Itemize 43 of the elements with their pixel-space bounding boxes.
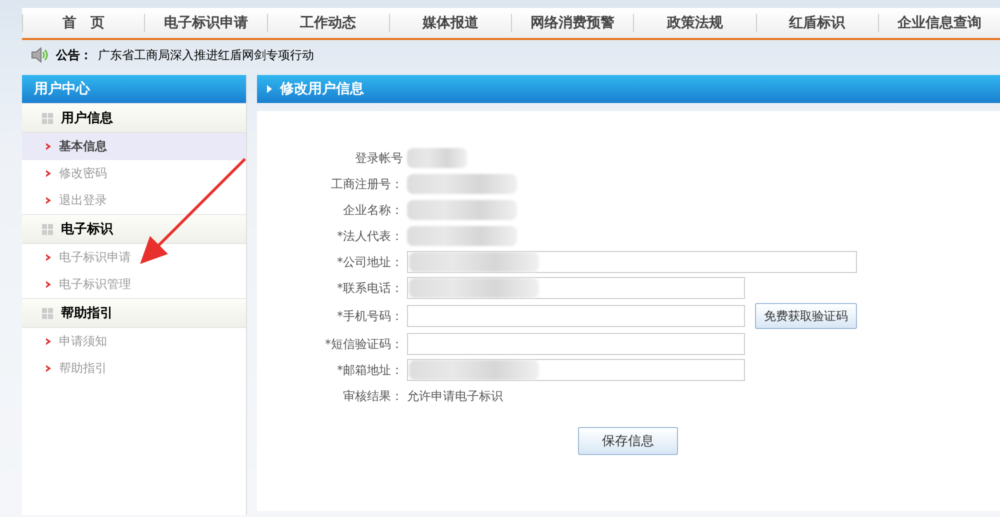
chevron-icon [46,143,51,150]
field-label: 企业名称： [342,202,404,218]
chevron-icon [46,170,51,177]
sidebar-item[interactable]: 基本信息 [22,133,246,160]
nav-link[interactable]: 红盾标识 [756,14,878,32]
nav-link[interactable]: 网络消费预警 [511,14,634,32]
chevron-icon [46,197,51,204]
grid-icon [42,112,53,124]
input-field[interactable] [407,305,745,327]
nav-link[interactable]: 电子标识申请 [144,14,266,32]
grid-icon [42,308,53,318]
field-label: 工商注册号： [330,176,404,192]
nav-link[interactable]: 企业信息查询 [878,14,1000,32]
field-label: *短信验证码： [324,336,404,352]
sidebar-title: 用户中心 [22,75,246,103]
chevron-icon [46,338,51,345]
grid-icon [42,224,53,234]
sidebar-group-title: 帮助指引 [61,305,113,322]
nav-link[interactable]: 媒体报道 [388,14,511,32]
triangle-icon [267,85,272,93]
panel-title: 修改用户信息 [280,80,364,98]
notice-label: 公告： [56,46,92,64]
field-value: 允许申请电子标识 [407,388,503,404]
save-button[interactable]: 保存信息 [578,427,678,455]
notice-text[interactable]: 广东省工商局深入推进红盾网剑专项行动 [98,46,314,64]
field-label: 登录帐号 [354,150,404,166]
field-label: *公司地址： [336,254,404,270]
speaker-icon [30,46,50,64]
nav-link[interactable]: 首 页 [22,14,144,32]
sidebar-group-title: 电子标识 [61,221,113,238]
input-field[interactable] [407,333,745,355]
chevron-icon [46,281,51,288]
field-label: 审核结果： [342,388,404,404]
sidebar-group-title: 用户信息 [61,110,113,127]
field-label: *法人代表： [336,228,404,244]
nav-link[interactable]: 政策法规 [633,14,756,32]
field-label: *手机号码： [336,308,404,324]
chevron-icon [46,365,51,372]
get-code-button[interactable]: 免费获取验证码 [755,303,857,329]
chevron-icon [46,254,51,261]
nav-link[interactable]: 工作动态 [266,14,389,32]
field-label: *联系电话： [336,280,404,296]
field-label: *邮箱地址： [336,362,404,378]
